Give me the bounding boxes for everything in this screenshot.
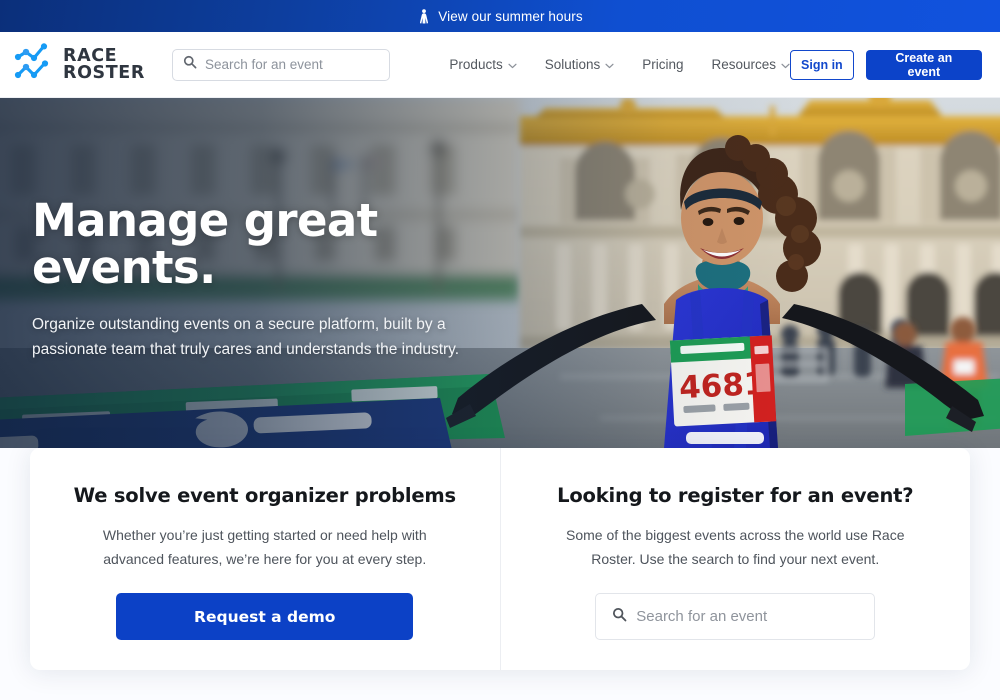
event-search-input[interactable] — [636, 608, 859, 626]
announcement-banner[interactable]: View our summer hours — [0, 0, 1000, 32]
register-text: Some of the biggest events across the wo… — [565, 527, 905, 568]
logo-wordmark-line1: RACE — [63, 45, 118, 66]
search-input[interactable] — [204, 57, 380, 72]
nav-item-pricing-label: Pricing — [642, 57, 684, 72]
race-roster-zigzag-logo-icon — [14, 42, 54, 87]
nav-item-resources-label: Resources — [711, 57, 777, 72]
event-search[interactable] — [595, 593, 876, 641]
create-an-event-button[interactable]: Create an event — [865, 49, 982, 80]
hero-title: Manage great events. — [32, 194, 378, 295]
chevron-down-icon — [605, 57, 614, 72]
nav-item-solutions-label: Solutions — [544, 57, 601, 72]
hero-content: Manage great events. Organize outstandin… — [32, 197, 552, 363]
chevron-down-icon — [508, 57, 517, 72]
nav-item-products-label: Products — [449, 57, 503, 72]
site-header: RACE ROSTER Products Solutions — [0, 32, 1000, 98]
request-a-demo-button[interactable]: Request a demo — [116, 593, 414, 641]
search-icon — [183, 55, 197, 74]
chevron-down-icon — [781, 57, 790, 72]
logo-wordmark-line2: ROSTER — [63, 62, 145, 83]
sign-in-button[interactable]: Sign in — [790, 49, 854, 80]
register-title: Looking to register for an event? — [557, 484, 914, 507]
nav-item-resources[interactable]: Resources — [712, 57, 791, 72]
organizer-text: Whether you’re just getting started or n… — [102, 527, 427, 568]
announcement-banner-text: View our summer hours — [438, 8, 583, 24]
runner-icon — [417, 8, 431, 24]
nav-item-solutions[interactable]: Solutions — [545, 57, 615, 72]
page-footer-space — [0, 670, 1000, 700]
nav-item-products[interactable]: Products — [449, 57, 517, 72]
info-card: We solve event organizer problems Whethe… — [30, 448, 970, 670]
header-search[interactable] — [171, 48, 391, 81]
logo-wordmark: RACE ROSTER — [63, 45, 145, 83]
search-icon — [612, 607, 627, 627]
organizer-column: We solve event organizer problems Whethe… — [30, 448, 501, 670]
header-actions: Sign in Create an event — [790, 49, 982, 80]
logo[interactable]: RACE ROSTER — [14, 42, 145, 87]
page-root: View our summer hours RACE ROSTER Search… — [0, 0, 1000, 700]
nav-item-pricing[interactable]: Pricing — [642, 57, 683, 72]
organizer-title: We solve event organizer problems — [73, 484, 456, 507]
main-nav: Products Solutions Pricing Resources — [449, 57, 790, 72]
register-column: Looking to register for an event? Some o… — [501, 448, 971, 670]
hero-subtitle: Organize outstanding events on a secure … — [32, 315, 460, 359]
hero-section: 4681 — [0, 98, 1000, 448]
